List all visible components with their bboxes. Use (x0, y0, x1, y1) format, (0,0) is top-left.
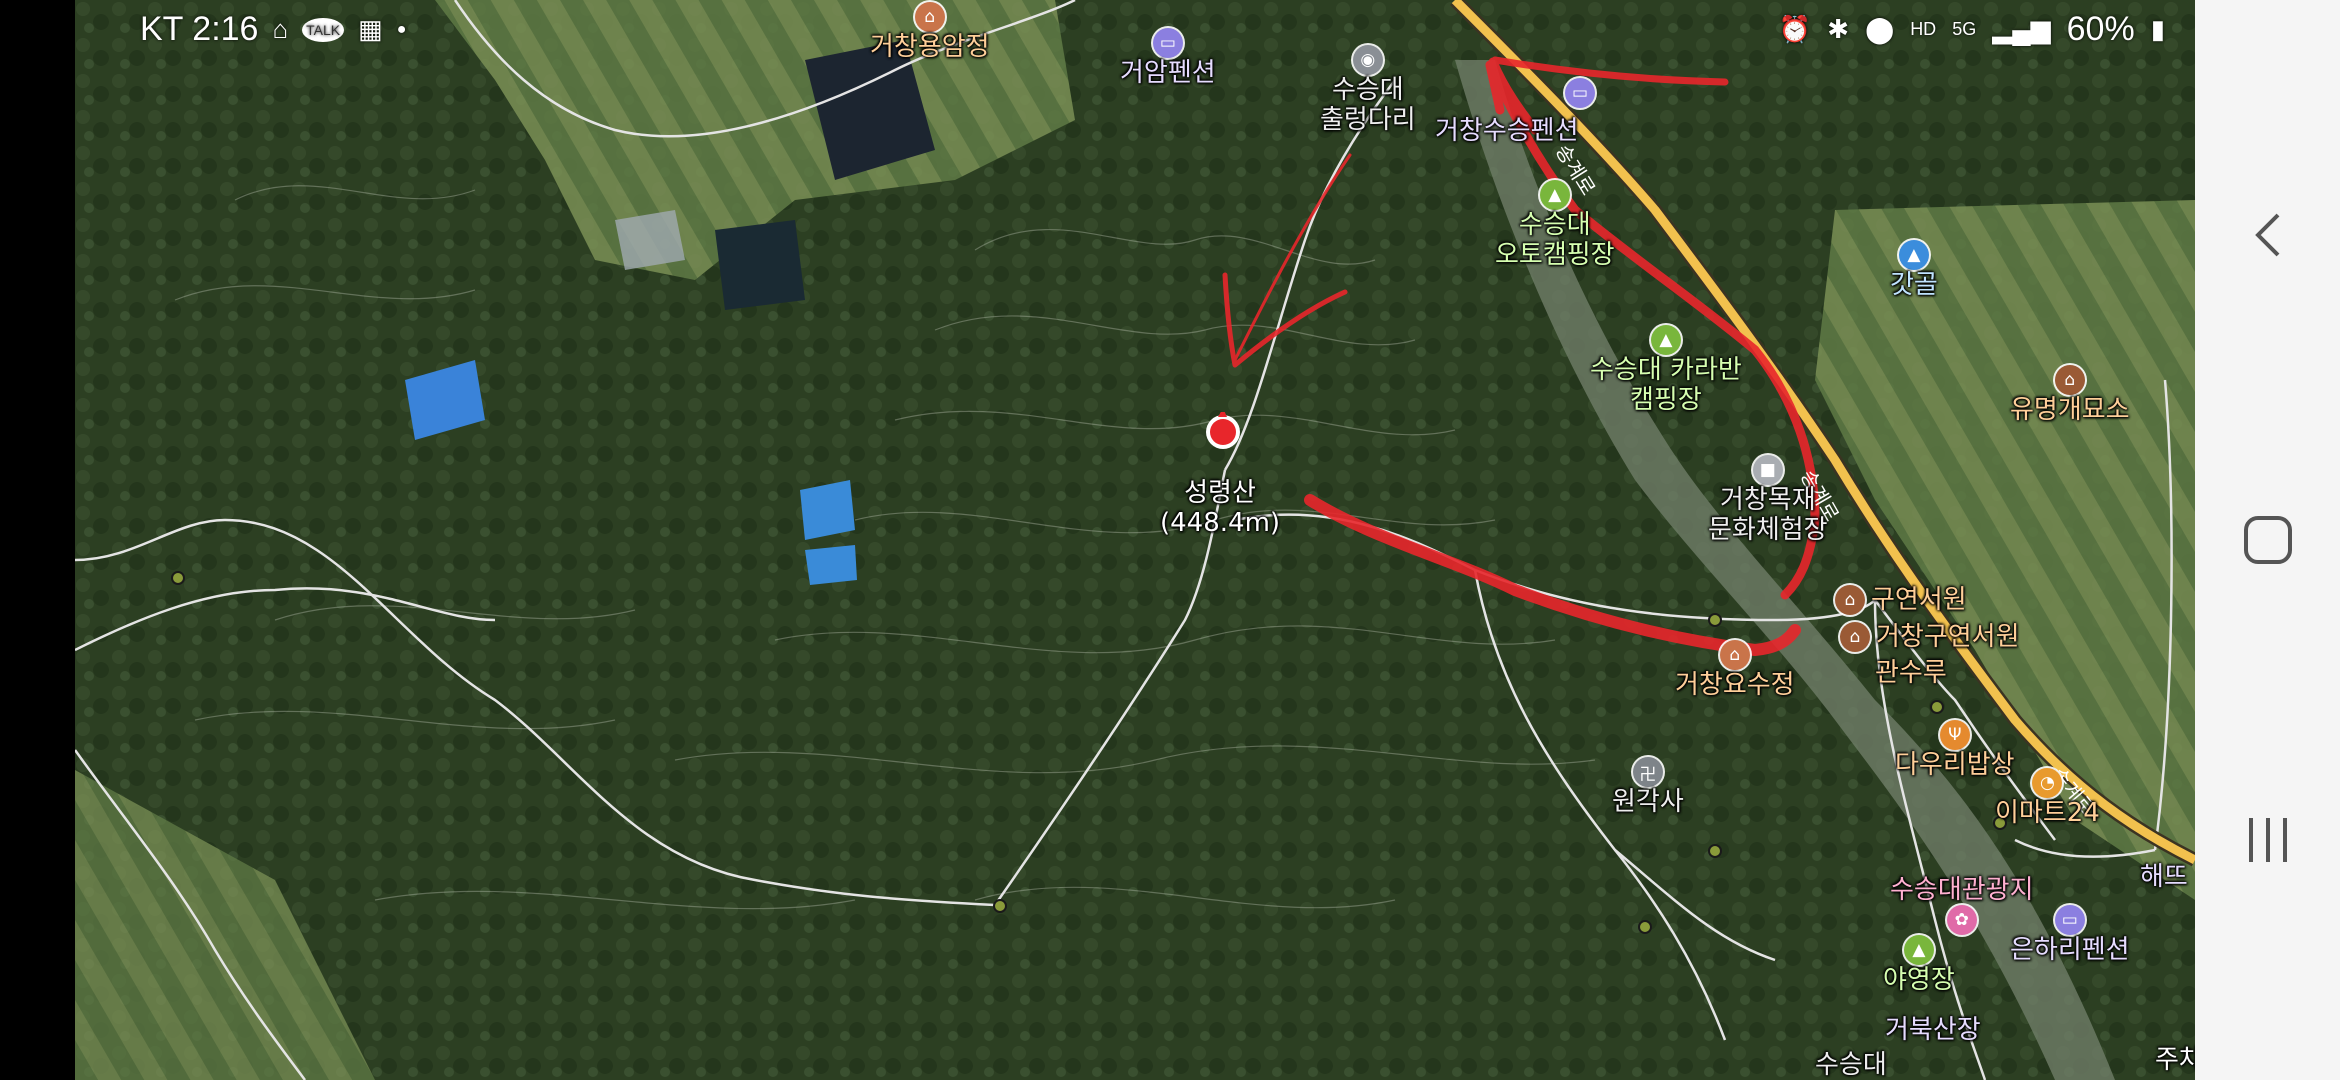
poi-guyeon-2[interactable]: ⌂ 거창구연서원 (1840, 622, 2020, 652)
fork-knife-icon: Ψ (1939, 720, 1970, 750)
poi-bridge[interactable]: ◉ 수승대 출렁다리 (1320, 45, 1416, 135)
poi-campsite[interactable]: ▲ 야영장 (1883, 935, 1955, 995)
poi-haetteu[interactable]: 해뜨 (2140, 862, 2188, 892)
navigation-bar (2195, 0, 2340, 1080)
building-icon: ■ (1752, 455, 1783, 485)
poi-gwansuru[interactable]: 관수루 (1875, 658, 1947, 688)
bed-icon: ▭ (2054, 905, 2085, 935)
poi-lodging[interactable]: ▭ 거암펜션 (1120, 28, 1216, 88)
summit-elevation: (448.4m) (1160, 508, 1281, 538)
poi-store[interactable]: ◔ 이마트24 (1995, 768, 2100, 828)
poi-caravan[interactable]: ▲ 수승대 카라반 캠핑장 (1590, 325, 1742, 415)
back-button[interactable] (2195, 200, 2340, 270)
home-button[interactable] (2195, 505, 2340, 575)
poi-susungdae[interactable]: 수승대 (1815, 1050, 1887, 1080)
landmark-icon: ⌂ (1840, 622, 1870, 652)
recents-icon (2248, 818, 2287, 862)
summit-name: 성령산 (1184, 478, 1256, 508)
bed-icon: ▭ (1152, 28, 1183, 58)
poi-guyeon[interactable]: ⌂ 구연서원 (1835, 585, 1967, 615)
phone-screen: 송계로 송계로 송계로 성령산 (448.4m) ⌂ 거창용암정 ▭ 거암펜션 … (0, 0, 2340, 1080)
landmark-icon: ⌂ (1835, 585, 1865, 615)
poi-yosujeong[interactable]: ⌂ 거창요수정 (1675, 640, 1795, 700)
poi-eunhari[interactable]: ▭ 은하리펜션 (2010, 905, 2130, 965)
poi-temple[interactable]: 卍 원각사 (1612, 757, 1684, 817)
poi-wood-center[interactable]: ■ 거창목재 문화체험장 (1708, 455, 1828, 545)
poi-grave[interactable]: ⌂ 유명개묘소 (2010, 365, 2130, 425)
satellite-basemap: 송계로 송계로 송계로 (75, 0, 2195, 1080)
poi-autocamp[interactable]: ▲ 수승대 오토캠핑장 (1495, 180, 1615, 270)
back-icon (2254, 213, 2279, 257)
summit-label: 성령산 (448.4m) (1160, 478, 1280, 538)
home-button-icon (2243, 516, 2292, 564)
poi-geobuk[interactable]: 거북산장 (1885, 1015, 1981, 1045)
poi-lodging-2[interactable]: ▭ 거창수승펜션 (1435, 78, 1595, 146)
camera-icon: ◉ (1352, 45, 1383, 75)
attraction-icon: ✿ (1946, 905, 1977, 935)
poi-heritage[interactable]: ⌂ 거창용암정 (870, 2, 990, 62)
poi-village[interactable]: ▲ 갓골 (1890, 240, 1938, 300)
map-view[interactable]: 송계로 송계로 송계로 성령산 (448.4m) ⌂ 거창용암정 ▭ 거암펜션 … (75, 0, 2195, 1080)
mountain-icon: ▲ (1898, 240, 1929, 270)
tent-icon: ▲ (1539, 180, 1570, 210)
temple-icon: 卍 (1632, 757, 1663, 787)
landmark-icon: ⌂ (2054, 365, 2085, 395)
tent-icon: ▲ (1650, 325, 1681, 355)
summit-marker-icon[interactable] (1203, 412, 1243, 452)
pavilion-icon: ⌂ (914, 2, 945, 32)
store-icon: ◔ (2032, 768, 2063, 798)
recents-button[interactable] (2195, 805, 2340, 875)
pavilion-icon: ⌂ (1719, 640, 1750, 670)
bed-icon: ▭ (1565, 78, 1595, 108)
poi-parking[interactable]: 주차 (2155, 1045, 2195, 1075)
tent-icon: ▲ (1903, 935, 1934, 965)
